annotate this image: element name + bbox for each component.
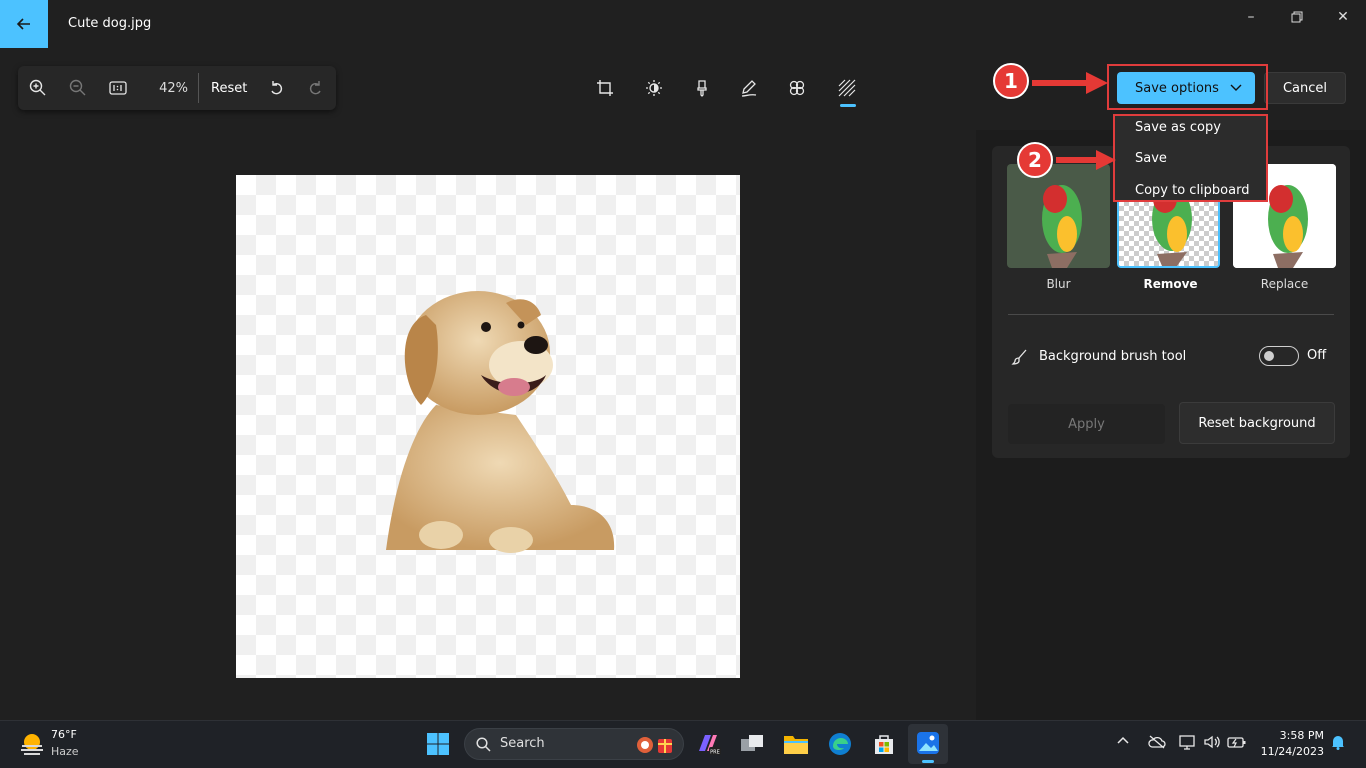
search-icon: [476, 737, 491, 752]
copilot-icon: PRE: [699, 735, 721, 756]
maximize-icon: [1291, 11, 1303, 23]
cancel-button[interactable]: Cancel: [1264, 72, 1346, 104]
show-hidden-icons-button[interactable]: [1116, 734, 1130, 752]
zoom-toolbar: 42% Reset: [18, 66, 336, 110]
undo-button[interactable]: [259, 66, 295, 110]
draw-icon: [741, 80, 757, 97]
save-options-menu: Save as copy Save Copy to clipboard: [1113, 114, 1268, 202]
background-tool[interactable]: [829, 72, 865, 104]
actual-size-icon: [109, 81, 127, 95]
back-button[interactable]: [0, 0, 48, 48]
redo-icon: [310, 81, 321, 95]
step-badge-2: 2: [1017, 142, 1053, 178]
markup-tool[interactable]: [684, 72, 720, 104]
minimize-icon: –: [1247, 9, 1255, 25]
tray-onedrive[interactable]: [1148, 734, 1166, 754]
apply-button[interactable]: Apply: [1008, 404, 1165, 444]
redo-button[interactable]: [295, 66, 335, 110]
maximize-button[interactable]: [1274, 4, 1320, 30]
close-button[interactable]: ✕: [1320, 4, 1366, 30]
draw-tool[interactable]: [731, 72, 767, 104]
edge-browser-icon: [829, 733, 851, 755]
weather-haze-icon[interactable]: [18, 730, 46, 758]
zoom-in-button[interactable]: [18, 66, 58, 110]
zoom-level: 42%: [159, 80, 188, 96]
taskbar-task-view[interactable]: [738, 730, 766, 758]
menu-item-save-as-copy[interactable]: Save as copy: [1135, 120, 1221, 135]
cloud-offline-icon: [1148, 735, 1166, 749]
dog-image: [386, 291, 615, 553]
network-icon: [1179, 735, 1195, 750]
remove-option-label: Remove: [1143, 277, 1198, 291]
step-badge-1: 1: [993, 63, 1029, 99]
reset-zoom-button[interactable]: Reset: [199, 81, 259, 96]
image-canvas[interactable]: [236, 175, 740, 678]
search-label: Search: [500, 736, 545, 751]
taskbar-copilot[interactable]: PRE: [694, 730, 722, 758]
zoom-in-icon: [29, 79, 46, 96]
search-highlight-icon: [637, 737, 672, 753]
clock-time[interactable]: 3:58 PM: [1262, 729, 1324, 742]
folder-icon: [784, 736, 808, 754]
window-title: Cute dog.jpg: [68, 16, 152, 31]
clock-date[interactable]: 11/24/2023: [1252, 745, 1324, 758]
actual-size-button[interactable]: [98, 66, 138, 110]
arrow-right-icon: [1032, 72, 1108, 94]
replace-option-label: Replace: [1260, 277, 1309, 291]
weather-description: Haze: [51, 745, 79, 758]
background-icon: [838, 79, 856, 97]
menu-item-copy-to-clipboard[interactable]: Copy to clipboard: [1135, 183, 1249, 198]
panel-divider: [1008, 314, 1334, 315]
close-icon: ✕: [1337, 9, 1349, 25]
bell-icon: [1332, 736, 1344, 750]
adjust-icon: [646, 80, 662, 96]
chevron-up-icon: [1117, 736, 1129, 744]
background-brush-toggle[interactable]: [1259, 346, 1299, 366]
tray-volume[interactable]: [1203, 734, 1221, 754]
undo-icon: [271, 81, 283, 95]
arrow-left-icon: [16, 18, 30, 30]
svg-text:PRE: PRE: [710, 750, 720, 756]
tray-network[interactable]: [1179, 734, 1197, 754]
start-button[interactable]: [424, 730, 452, 758]
effects-icon: [789, 80, 805, 96]
weather-temperature: 76°F: [51, 728, 77, 741]
taskbar-edge[interactable]: [826, 730, 854, 758]
crop-icon: [597, 80, 613, 96]
windows-start-icon: [427, 733, 449, 755]
adjust-tool[interactable]: [636, 72, 672, 104]
battery-charging-icon: [1227, 737, 1246, 748]
taskbar-store[interactable]: [870, 730, 898, 758]
crop-tool[interactable]: [587, 72, 623, 104]
blur-option-thumbnail[interactable]: [1007, 164, 1110, 268]
highlight-box: [1107, 64, 1268, 110]
zoom-out-icon: [69, 79, 86, 96]
photos-app-icon: [917, 732, 939, 754]
parrot-blur-image: [1007, 164, 1110, 268]
volume-icon: [1204, 735, 1220, 749]
notifications-button[interactable]: [1330, 734, 1346, 754]
toggle-knob: [1264, 351, 1274, 361]
tray-battery[interactable]: [1227, 734, 1247, 754]
taskbar-photos-active[interactable]: [908, 724, 948, 764]
taskbar-file-explorer[interactable]: [782, 730, 810, 758]
menu-item-save[interactable]: Save: [1135, 151, 1167, 166]
blur-option-label: Blur: [1046, 277, 1071, 291]
active-app-indicator: [922, 760, 934, 763]
markup-icon: [697, 80, 707, 97]
effects-tool[interactable]: [779, 72, 815, 104]
brush-icon: [1011, 349, 1027, 365]
background-brush-label: Background brush tool: [1039, 349, 1187, 364]
active-tool-indicator: [840, 104, 856, 107]
reset-background-button[interactable]: Reset background: [1179, 402, 1335, 444]
toggle-state-label: Off: [1307, 348, 1327, 363]
minimize-button[interactable]: –: [1228, 4, 1274, 30]
zoom-out-button[interactable]: [58, 66, 98, 110]
arrow-right-icon: [1056, 150, 1116, 170]
store-icon: [875, 735, 893, 754]
task-view-icon: [741, 735, 763, 751]
